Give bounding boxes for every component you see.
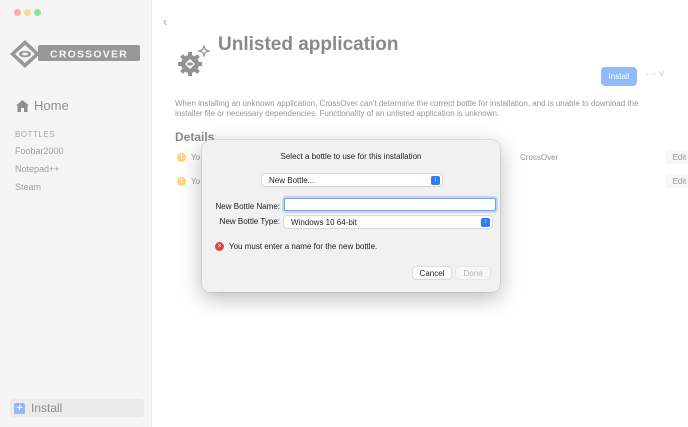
bottle-select[interactable]: New Bottle... ↕ [262,174,442,186]
bottle-name-input[interactable] [284,198,496,211]
bottle-name-label: New Bottle Name: [215,202,280,211]
bottle-select-dialog: Select a bottle to use for this installa… [202,140,500,292]
bottle-type-label: New Bottle Type: [219,217,280,226]
done-button[interactable]: Done [456,267,490,279]
error-text: You must enter a name for the new bottle… [229,242,378,251]
dialog-title: Select a bottle to use for this installa… [280,152,422,161]
updown-chevron-icon: ↕ [431,175,440,185]
updown-chevron-icon: ↕ [481,217,490,227]
crossover-window: CROSSOVER Home BOTTLES Foobar2000 Notepa… [0,0,688,427]
bottle-type-select[interactable]: Windows 10 64-bit ↕ [284,216,492,228]
select-value: Windows 10 64-bit [291,217,357,227]
cancel-button[interactable]: Cancel [413,267,451,279]
error-message: × You must enter a name for the new bott… [215,242,377,251]
x-circle-icon: × [215,242,224,251]
select-value: New Bottle... [269,175,315,185]
